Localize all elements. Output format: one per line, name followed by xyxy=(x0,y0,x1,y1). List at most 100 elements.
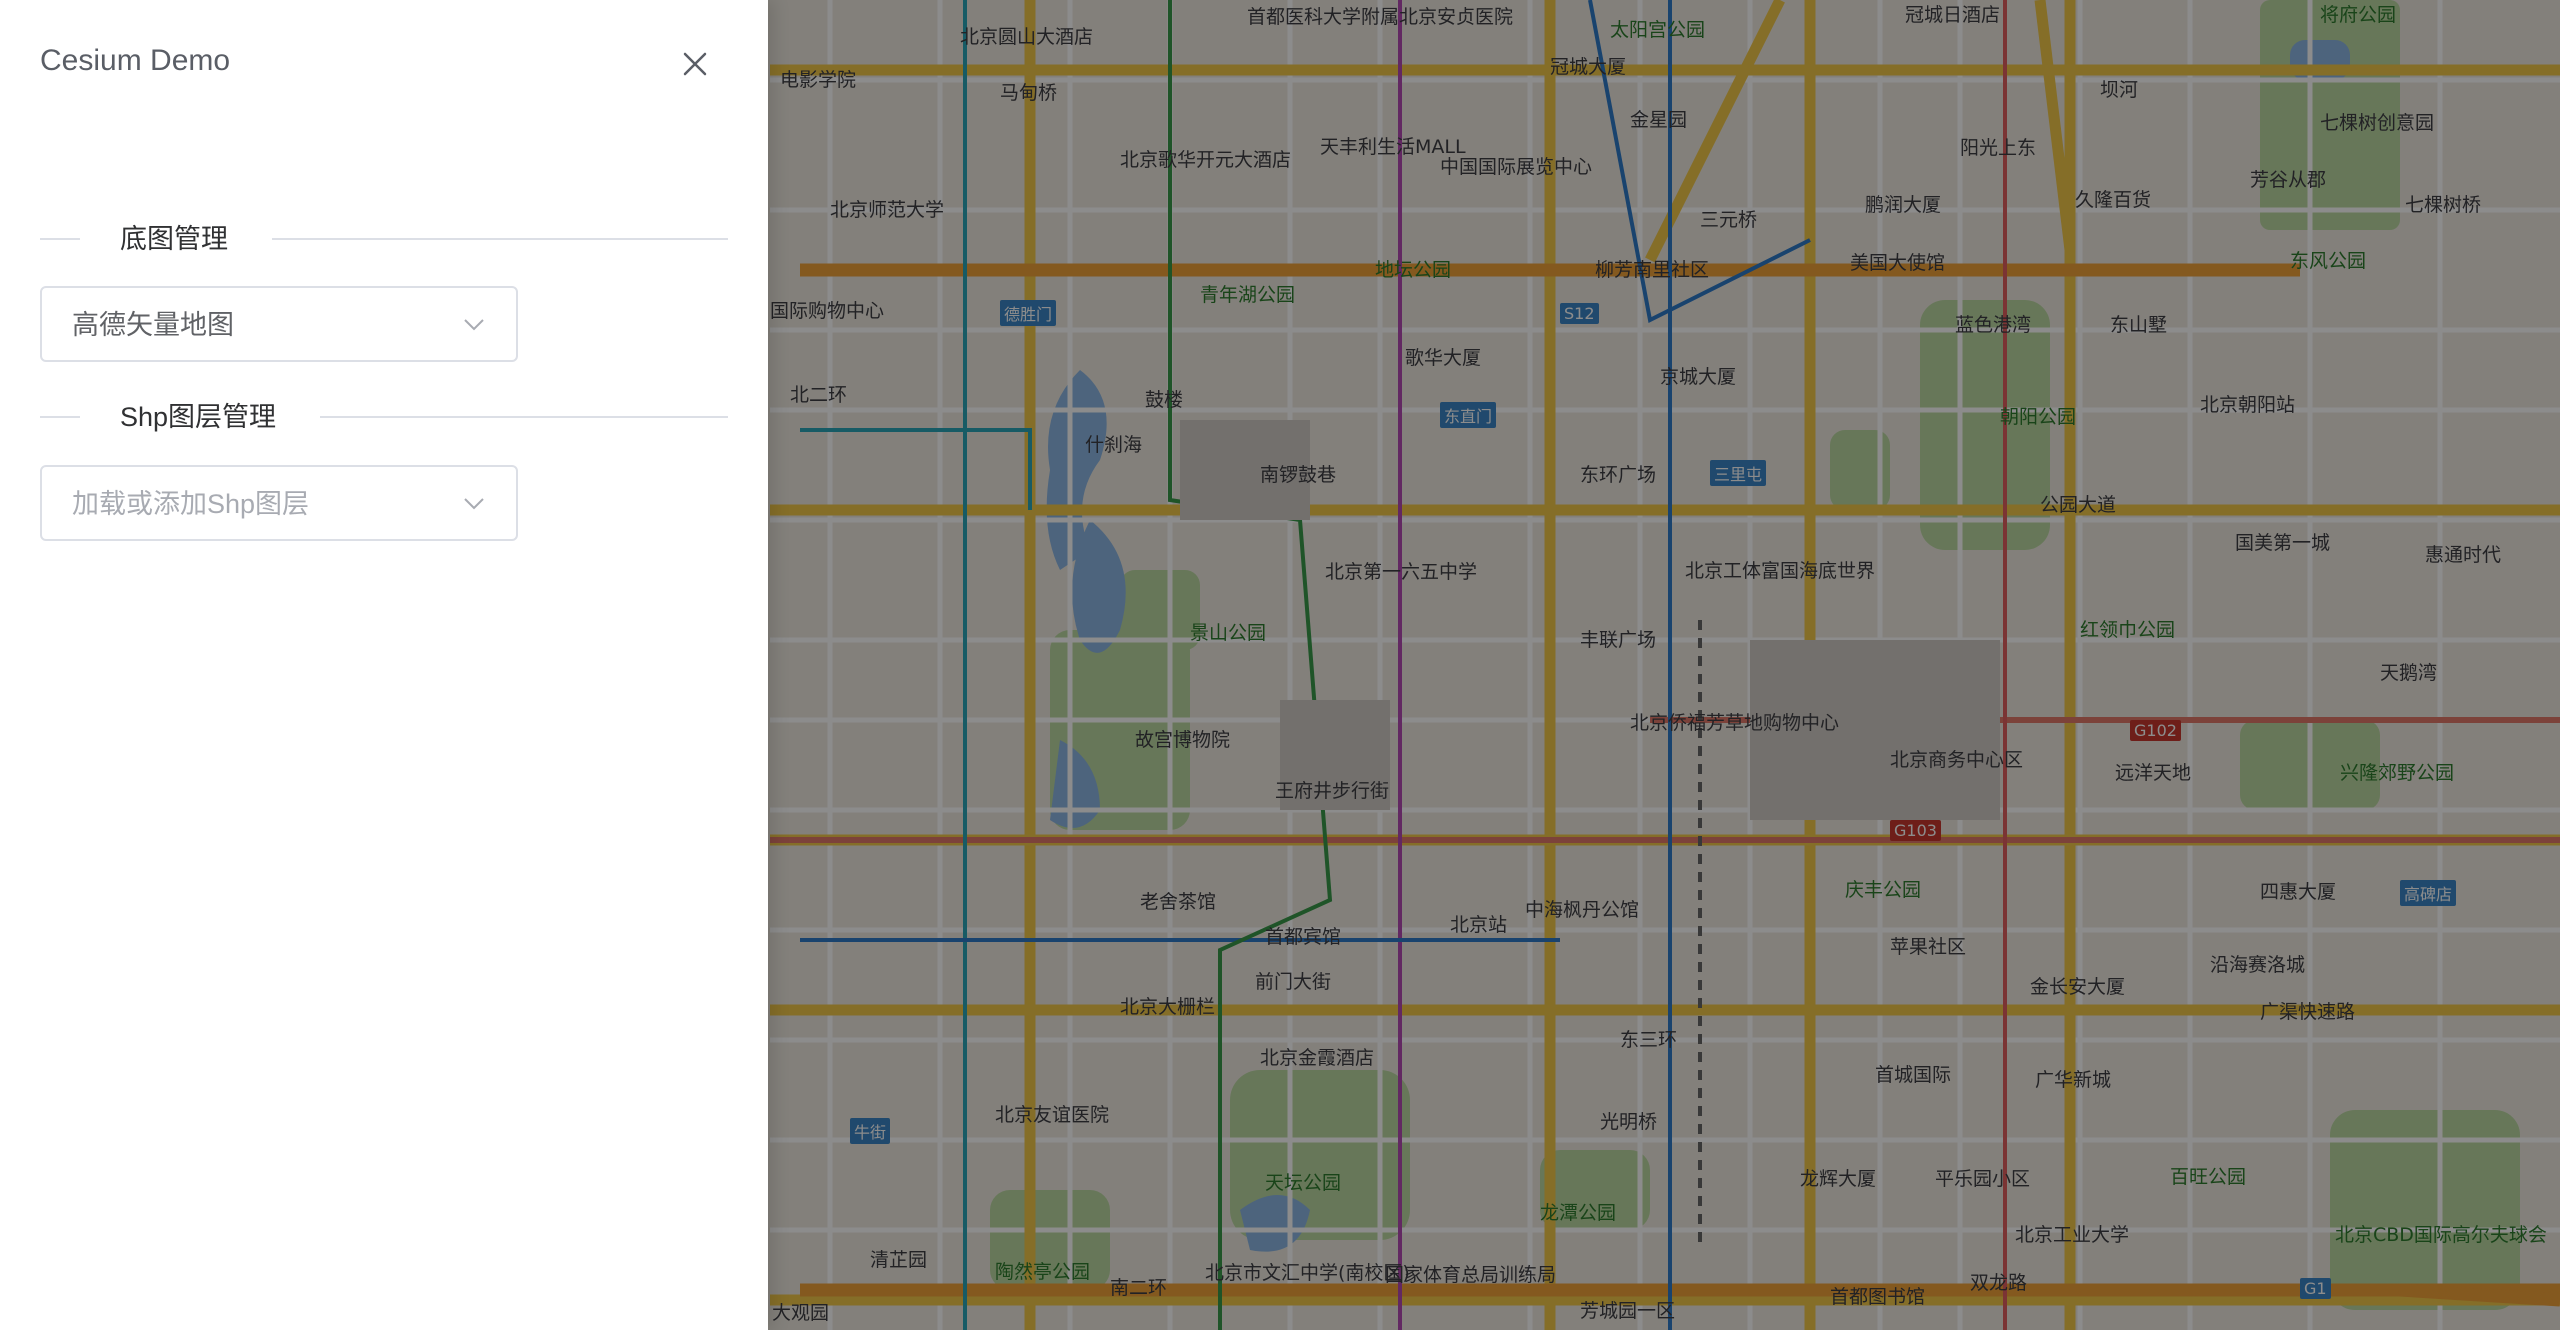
map-label: 故宫博物院 xyxy=(1135,729,1231,751)
chevron-down-icon xyxy=(464,498,484,510)
map-label: 牛街 xyxy=(850,1118,891,1144)
map-label: 北京歌华开元大酒店 xyxy=(1120,149,1292,171)
map-label: 三里屯 xyxy=(1710,460,1767,486)
map-label: 苹果社区 xyxy=(1890,936,1967,958)
map-label: 惠通时代 xyxy=(2425,544,2502,566)
map-label: 中国国际展览中心 xyxy=(1440,156,1593,178)
divider-line-right xyxy=(272,238,728,240)
map-label: 国际购物中心 xyxy=(770,300,885,322)
basemap-divider: 底图管理 xyxy=(40,219,728,259)
map-label: 大观园 xyxy=(772,1302,830,1324)
map-label: 北京市文汇中学(南校区) xyxy=(1205,1262,1410,1284)
map-label: 国家体育总局训练局 xyxy=(1385,1264,1557,1286)
map-label: 什刹海 xyxy=(1085,434,1143,456)
map-label: 北京大栅栏 xyxy=(1120,996,1216,1018)
map-label: 南锣鼓巷 xyxy=(1260,464,1337,486)
map-label: 沿海赛洛城 xyxy=(2210,954,2306,976)
map-label: 三元桥 xyxy=(1700,209,1758,231)
map-label: 北京朝阳站 xyxy=(2200,394,2296,416)
map-label: 中海枫丹公馆 xyxy=(1525,899,1640,921)
side-drawer: Cesium Demo 底图管理 高德矢量地图 Shp图层管理 加载或添加Shp… xyxy=(0,0,768,1330)
map-label: 东三环 xyxy=(1620,1029,1678,1051)
map-label: 冠城日酒店 xyxy=(1905,4,2001,26)
map-label: 陶然亭公园 xyxy=(995,1261,1091,1283)
map-label: 丰联广场 xyxy=(1580,629,1657,651)
map-label: 太阳宫公园 xyxy=(1610,19,1706,41)
map-label: 王府井步行街 xyxy=(1275,780,1390,802)
map-label: 金长安大厦 xyxy=(2030,976,2126,998)
map-label: 七棵树创意园 xyxy=(2320,112,2435,134)
map-label: 京城大厦 xyxy=(1660,366,1737,388)
map-label: 百旺公园 xyxy=(2170,1166,2247,1188)
map-label: S12 xyxy=(1560,303,1599,324)
map-label: 光明桥 xyxy=(1600,1111,1658,1133)
map-label: 天鹅湾 xyxy=(2380,662,2438,684)
basemap-select[interactable]: 高德矢量地图 xyxy=(40,286,518,362)
map-label: 庆丰公园 xyxy=(1845,879,1922,901)
map-label: 蓝色港湾 xyxy=(1955,314,2032,336)
map-label: 地坛公园 xyxy=(1375,259,1452,281)
map-label: 歌华大厦 xyxy=(1405,347,1482,369)
map-label: 鼓楼 xyxy=(1145,389,1184,411)
map-label: 首都图书馆 xyxy=(1830,1286,1926,1308)
map-label: 坝河 xyxy=(2100,79,2139,101)
map-label: 北京CBD国际高尔夫球会 xyxy=(2335,1224,2547,1246)
map-label: 电影学院 xyxy=(780,69,857,91)
map-label: 柳芳南里社区 xyxy=(1595,259,1710,281)
shp-layer-select-placeholder: 加载或添加Shp图层 xyxy=(72,489,310,519)
map-label: 芳城园一区 xyxy=(1580,1300,1676,1322)
map-label: 清芷园 xyxy=(870,1249,928,1271)
map-label: 马甸桥 xyxy=(1000,82,1058,104)
chevron-down-icon xyxy=(464,319,484,331)
map-label: 广华新城 xyxy=(2035,1069,2112,1091)
map-label: 龙潭公园 xyxy=(1540,1202,1617,1224)
map-label: 金星园 xyxy=(1630,109,1688,131)
close-icon xyxy=(683,52,707,76)
map-label: 公园大道 xyxy=(2040,494,2117,516)
divider-line-left xyxy=(40,416,80,418)
map-label: 首城国际 xyxy=(1875,1064,1952,1086)
map-label: 首都医科大学附属北京安贞医院 xyxy=(1247,6,1514,28)
close-button[interactable] xyxy=(671,40,719,88)
map-label: 将府公园 xyxy=(2320,4,2397,26)
map-label: G1 xyxy=(2300,1278,2331,1299)
map-label: 双龙路 xyxy=(1970,1272,2028,1294)
map-label: 朝阳公园 xyxy=(2000,406,2077,428)
map-label: 北京师范大学 xyxy=(830,199,945,221)
map-label: G103 xyxy=(1890,820,1941,841)
map-label: 南二环 xyxy=(1110,1277,1168,1299)
drawer-title: Cesium Demo xyxy=(40,44,231,77)
map-label: 七棵树桥 xyxy=(2405,194,2482,216)
map-label: 北京站 xyxy=(1450,914,1508,936)
map-label: 平乐园小区 xyxy=(1935,1168,2031,1190)
map-label: 北京侨福芳草地购物中心 xyxy=(1630,712,1840,734)
map-label: 天坛公园 xyxy=(1265,1172,1342,1194)
map-label: 国美第一城 xyxy=(2235,532,2331,554)
basemap-section-title: 底图管理 xyxy=(120,224,228,254)
divider-line-left xyxy=(40,238,80,240)
map-label: 北京工业大学 xyxy=(2015,1224,2130,1246)
shp-section-title: Shp图层管理 xyxy=(120,402,277,432)
map-label: 首都宾馆 xyxy=(1265,926,1342,948)
map-label: 北京第一六五中学 xyxy=(1325,561,1478,583)
map-label: 龙辉大厦 xyxy=(1800,1168,1877,1190)
shp-layer-select[interactable]: 加载或添加Shp图层 xyxy=(40,465,518,541)
map-label: 高碑店 xyxy=(2400,880,2457,906)
map-label: 广渠快速路 xyxy=(2260,1001,2356,1023)
map-label: 北京金霞酒店 xyxy=(1260,1047,1375,1069)
map-label: 鹏润大厦 xyxy=(1865,194,1942,216)
map-label: 北京商务中心区 xyxy=(1890,749,2024,771)
map-label: 德胜门 xyxy=(1000,300,1057,326)
map-label: 北京工体富国海底世界 xyxy=(1685,560,1876,582)
map-label: 老舍茶馆 xyxy=(1140,891,1217,913)
map-label: 东环广场 xyxy=(1580,464,1657,486)
map-label: 冠城大厦 xyxy=(1550,56,1627,78)
map-label: 兴隆郊野公园 xyxy=(2340,762,2455,784)
map-label: 东直门 xyxy=(1440,402,1497,428)
map-label: 东风公园 xyxy=(2290,250,2367,272)
map-label: 景山公园 xyxy=(1190,622,1267,644)
map-label: 北京圆山大酒店 xyxy=(960,26,1094,48)
map-label: 久隆百货 xyxy=(2075,189,2152,211)
map-label: 青年湖公园 xyxy=(1200,284,1296,306)
map-label: G102 xyxy=(2130,720,2181,741)
